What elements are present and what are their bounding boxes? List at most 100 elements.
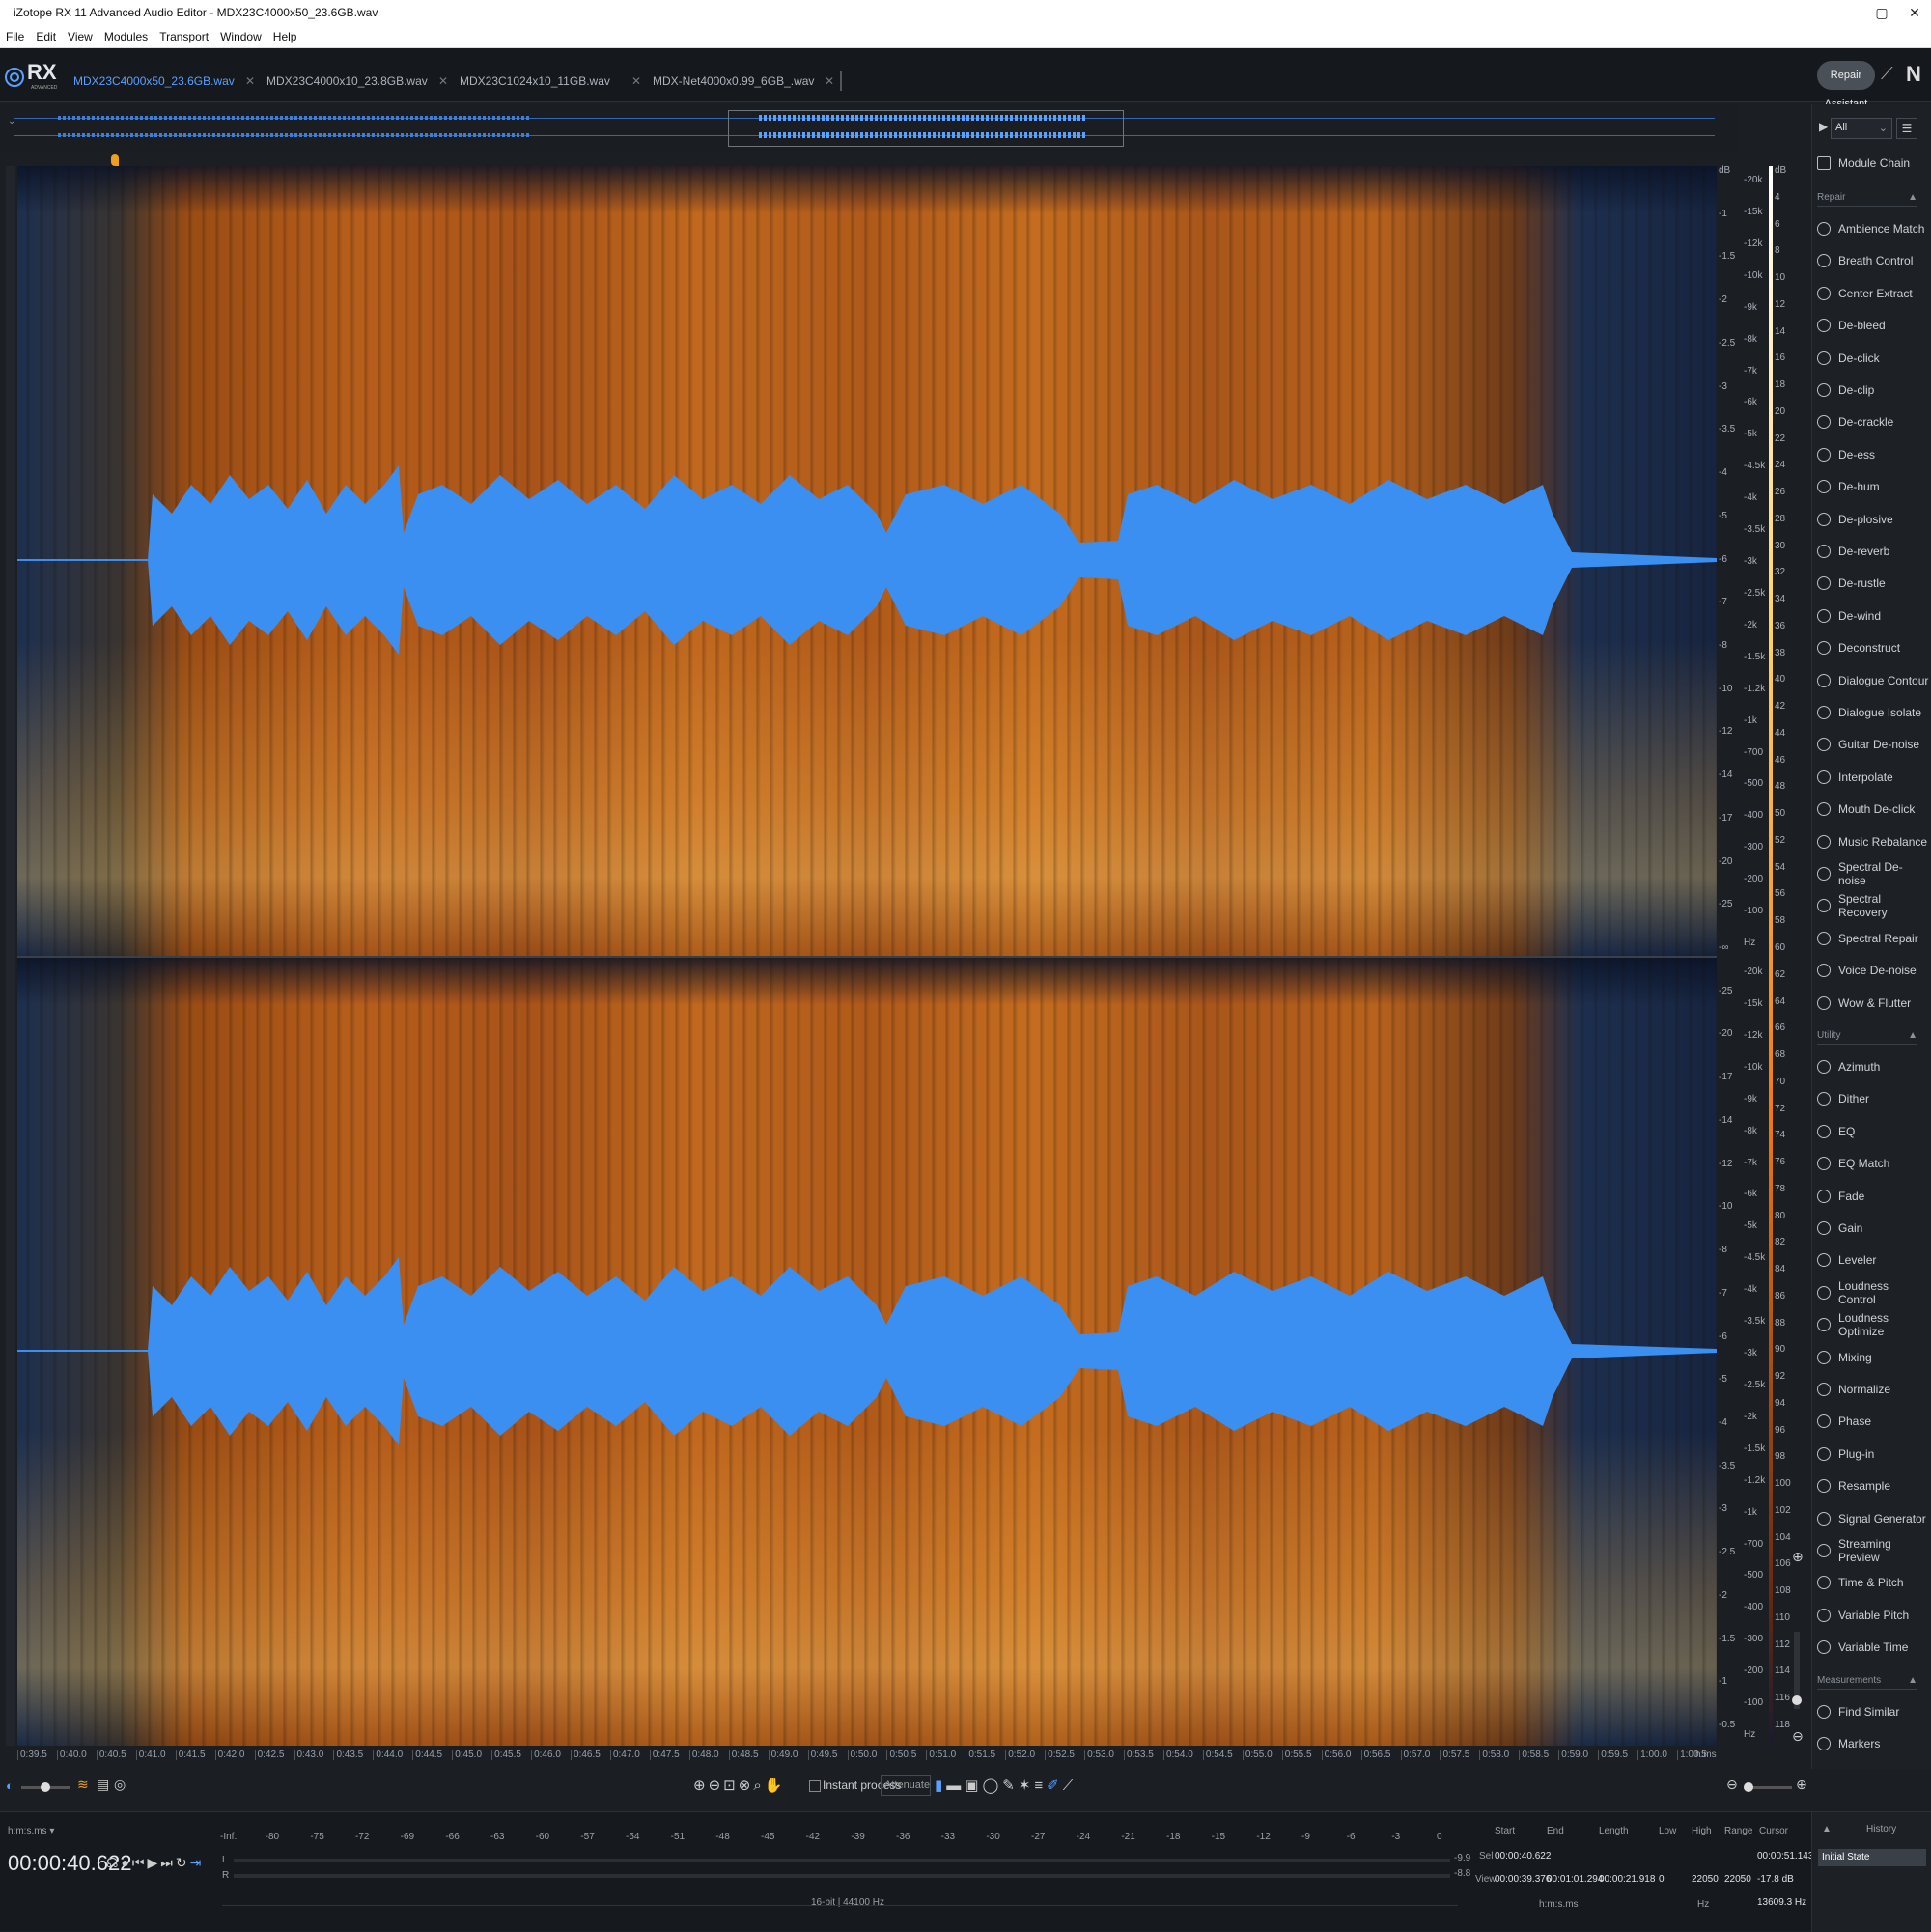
vertical-zoom-strip[interactable] [6, 166, 15, 1746]
module-resample[interactable]: Resample [1817, 1473, 1929, 1498]
module-center-extract[interactable]: Center Extract [1817, 281, 1929, 306]
brush-icon[interactable]: ✎ [1002, 1778, 1019, 1794]
close-tab-icon[interactable]: ✕ [438, 74, 448, 88]
view-start-value[interactable]: 00:00:39.376 [1495, 1874, 1551, 1885]
module-streaming-preview[interactable]: Streaming Preview [1817, 1537, 1929, 1564]
module-variable-time[interactable]: Variable Time [1817, 1635, 1929, 1660]
menu-modules[interactable]: Modules [98, 30, 154, 43]
module-phase[interactable]: Phase [1817, 1409, 1929, 1434]
module-azimuth[interactable]: Azimuth [1817, 1054, 1929, 1079]
module-de-bleed[interactable]: De-bleed [1817, 313, 1929, 338]
minimize-button[interactable]: – [1833, 0, 1865, 25]
menu-window[interactable]: Window [214, 30, 267, 43]
play-selection-icon[interactable]: ⏭ [160, 1855, 176, 1870]
zoom-in-freq-icon[interactable]: ⊕ [1792, 1549, 1804, 1565]
close-tab-icon[interactable]: ✕ [631, 74, 641, 88]
module-leveler[interactable]: Leveler [1817, 1247, 1929, 1273]
spectrogram-settings-icon[interactable]: ≋ [77, 1777, 89, 1793]
module-de-plosive[interactable]: De-plosive [1817, 507, 1929, 532]
collapse-icon[interactable]: ▲ [1908, 1675, 1917, 1686]
view-end-value[interactable]: 00:01:01.294 [1547, 1874, 1603, 1885]
section-header-measurements[interactable]: Measurements ▲ [1817, 1672, 1917, 1690]
selection-tools[interactable]: ▮▬▣◯✎✶≡✐⟋ [935, 1777, 1077, 1794]
waveform-overview[interactable]: ⌄ [0, 104, 1738, 153]
menu-file[interactable]: File [0, 30, 30, 43]
module-breath-control[interactable]: Breath Control [1817, 248, 1929, 273]
module-normalize[interactable]: Normalize [1817, 1377, 1929, 1402]
module-spectral-repair[interactable]: Spectral Repair [1817, 926, 1929, 951]
tab-file-1[interactable]: MDX23C4000x50_23.6GB.wav ✕ [70, 68, 259, 95]
module-eq-match[interactable]: EQ Match [1817, 1151, 1929, 1176]
tab-file-2[interactable]: MDX23C4000x10_23.8GB.wav ✕ [263, 68, 452, 95]
module-ambience-match[interactable]: Ambience Match [1817, 216, 1929, 241]
waveform-spectrogram-blend-icon[interactable]: ◐ [6, 1778, 14, 1793]
module-music-rebalance[interactable]: Music Rebalance [1817, 829, 1929, 854]
process-mode-select[interactable]: Attenuate [881, 1775, 931, 1796]
module-mouth-de-click[interactable]: Mouth De-click [1817, 797, 1929, 822]
time-ruler[interactable]: 0:39.5 0:40.0 0:40.5 0:41.0 0:41.5 0:42.0 0:42… [17, 1746, 1717, 1767]
harmonics-icon[interactable]: ≡ [1034, 1778, 1047, 1794]
gain-brush-icon[interactable]: ⟋ [1063, 1778, 1077, 1794]
module-de-crackle[interactable]: De-crackle [1817, 409, 1929, 434]
lasso-icon[interactable]: ◯ [982, 1778, 1002, 1794]
zoom-out-freq-icon[interactable]: ⊖ [1792, 1728, 1804, 1745]
magnify-icon[interactable]: ⌕ [753, 1778, 764, 1794]
module-spectral-de-noise[interactable]: Spectral De-noise [1817, 860, 1929, 887]
history-collapse-icon[interactable]: ▲ [1822, 1824, 1832, 1834]
module-deconstruct[interactable]: Deconstruct [1817, 635, 1929, 660]
time-selection-icon[interactable]: ▮ [935, 1778, 946, 1794]
module-markers[interactable]: Markers [1817, 1731, 1929, 1756]
spectrogram-right-channel[interactable] [17, 958, 1717, 1746]
loop-icon[interactable]: ↻ [176, 1855, 190, 1870]
view-length-value[interactable]: 00:00:21.918 [1599, 1874, 1655, 1885]
high-value[interactable]: 22050 [1692, 1874, 1719, 1885]
module-dialogue-isolate[interactable]: Dialogue Isolate [1817, 700, 1929, 725]
history-view-icon[interactable]: ◎ [114, 1777, 126, 1793]
notes-icon[interactable]: ▤ [97, 1777, 109, 1793]
tab-file-3[interactable]: MDX23C1024x10_11GB.wav ✕ [456, 68, 645, 95]
menu-view[interactable]: View [62, 30, 98, 43]
module-de-reverb[interactable]: De-reverb [1817, 539, 1929, 564]
time-format-select[interactable]: h:m:s.ms ▾ [8, 1826, 54, 1836]
pencil-icon[interactable]: ✐ [1047, 1778, 1063, 1794]
module-guitar-de-noise[interactable]: Guitar De-noise [1817, 732, 1929, 757]
list-view-icon[interactable]: ☰ [1896, 118, 1917, 139]
module-de-clip[interactable]: De-clip [1817, 378, 1929, 403]
zoom-in-time-icon[interactable]: ⊕ [1796, 1777, 1807, 1793]
section-header-utility[interactable]: Utility ▲ [1817, 1027, 1917, 1045]
zoom-tools[interactable]: ⊕⊖⊡⊗⌕✋ [693, 1777, 785, 1794]
module-dialogue-contour[interactable]: Dialogue Contour [1817, 668, 1929, 693]
tab-file-4[interactable]: MDX-Net4000x0.99_6GB_.wav ✕ [649, 68, 838, 95]
module-de-ess[interactable]: De-ess [1817, 442, 1929, 467]
follow-playhead-icon[interactable]: ⇥ [190, 1855, 205, 1870]
collapse-icon[interactable]: ▲ [1908, 1030, 1917, 1041]
freq-zoom-slider[interactable] [1792, 1632, 1802, 1709]
playhead-marker[interactable] [111, 154, 119, 166]
frequency-selection-icon[interactable]: ▬ [946, 1778, 965, 1794]
time-zoom-slider[interactable] [1744, 1782, 1792, 1792]
range-value[interactable]: 22050 [1724, 1874, 1751, 1885]
menu-help[interactable]: Help [267, 30, 303, 43]
module-loudness-control[interactable]: Loudness Control [1817, 1279, 1929, 1306]
maximize-button[interactable]: ▢ [1865, 0, 1898, 25]
go-to-start-icon[interactable]: ⏮ [132, 1855, 148, 1870]
zoom-in-icon[interactable]: ⊕ [693, 1778, 709, 1794]
module-de-rustle[interactable]: De-rustle [1817, 571, 1929, 596]
module-variable-pitch[interactable]: Variable Pitch [1817, 1603, 1929, 1628]
time-frequency-selection-icon[interactable]: ▣ [965, 1778, 982, 1794]
module-fade[interactable]: Fade [1817, 1184, 1929, 1209]
magic-wand-icon[interactable]: ✶ [1019, 1778, 1035, 1794]
instant-process-checkbox[interactable] [809, 1780, 821, 1792]
module-interpolate[interactable]: Interpolate [1817, 765, 1929, 790]
module-time-pitch[interactable]: Time & Pitch [1817, 1570, 1929, 1595]
menu-transport[interactable]: Transport [154, 30, 214, 43]
play-icon[interactable]: ▶ [148, 1855, 161, 1870]
expand-panel-icon[interactable]: ▶ [1819, 120, 1828, 133]
record-icon[interactable]: ● [121, 1855, 131, 1870]
section-header-repair[interactable]: Repair ▲ [1817, 189, 1917, 207]
module-loudness-optimize[interactable]: Loudness Optimize [1817, 1311, 1929, 1338]
close-button[interactable]: ✕ [1898, 0, 1931, 25]
close-tab-icon[interactable]: ✕ [825, 74, 834, 88]
low-value[interactable]: 0 [1659, 1874, 1665, 1885]
zoom-out-time-icon[interactable]: ⊖ [1726, 1777, 1738, 1793]
